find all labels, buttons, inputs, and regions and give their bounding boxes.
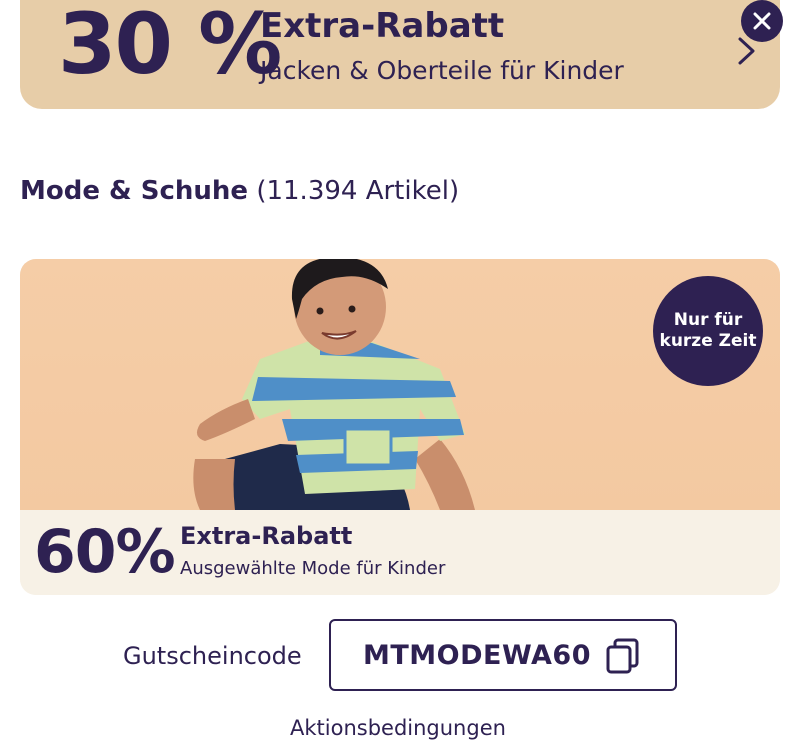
promo-card-percent: 60% [34, 517, 176, 587]
top-banner-percent: 30 % [58, 0, 282, 93]
top-promo-banner[interactable]: 30 % Extra-Rabatt Jacken & Oberteile für… [20, 0, 780, 109]
limited-time-badge: Nur für kurze Zeit [653, 276, 763, 386]
promo-card[interactable]: Nur für kurze Zeit 60% Extra-Rabatt Ausg… [20, 259, 780, 595]
promo-card-title: Extra-Rabatt [180, 522, 353, 550]
voucher-code: MTMODEWA60 [363, 640, 592, 671]
top-banner-title: Extra-Rabatt [260, 6, 505, 46]
section-heading: Mode & Schuhe (11.394 Artikel) [20, 176, 459, 206]
badge-line-2: kurze Zeit [659, 331, 757, 351]
top-banner-subtitle: Jacken & Oberteile für Kinder [260, 56, 624, 85]
voucher-label: Gutscheincode [123, 642, 302, 670]
copy-icon [606, 638, 639, 674]
voucher-code-button[interactable]: MTMODEWA60 [329, 619, 677, 691]
section-article-count: (11.394 Artikel) [256, 176, 460, 206]
badge-line-1: Nur für [673, 310, 743, 330]
promo-card-subtitle: Ausgewählte Mode für Kinder [180, 558, 446, 579]
close-button[interactable] [741, 0, 783, 42]
promo-image: Nur für kurze Zeit [20, 259, 780, 510]
close-icon [753, 12, 771, 30]
terms-link[interactable]: Aktionsbedingungen [290, 716, 506, 740]
section-title: Mode & Schuhe [20, 176, 249, 206]
promo-card-footer: 60% Extra-Rabatt Ausgewählte Mode für Ki… [20, 510, 780, 595]
